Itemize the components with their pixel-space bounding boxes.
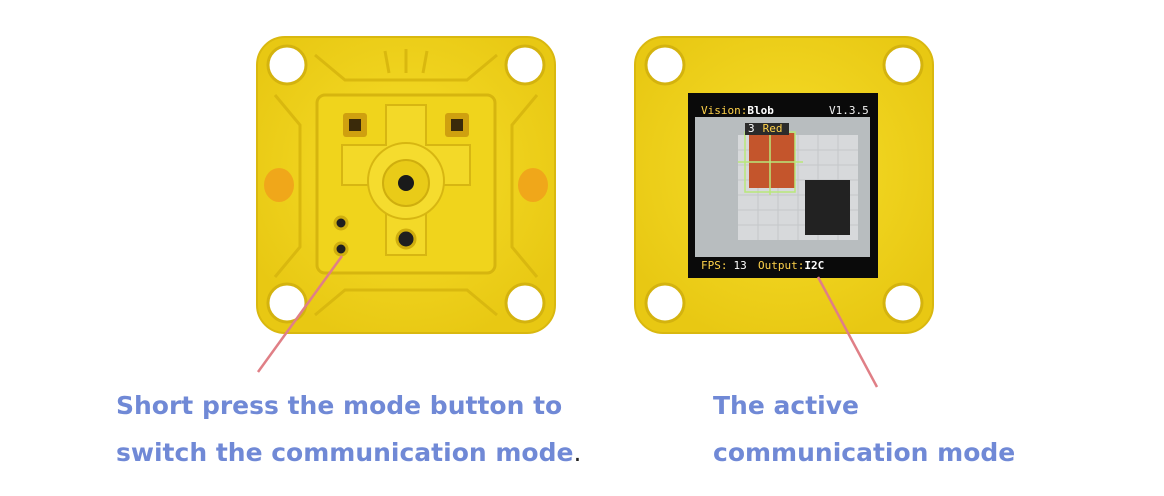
pointer-to-mode-button bbox=[256, 255, 344, 373]
left-caption-line2: switch the communication mode. bbox=[116, 438, 582, 467]
right-caption-line2: communication mode bbox=[713, 438, 1016, 467]
right-caption-line1: The active bbox=[713, 391, 859, 420]
right-caption: The active communication mode bbox=[713, 382, 1033, 476]
pointer-to-output-mode bbox=[816, 276, 879, 388]
left-caption: Short press the mode button to switch th… bbox=[116, 382, 616, 476]
left-caption-line1: Short press the mode button to bbox=[116, 391, 563, 420]
